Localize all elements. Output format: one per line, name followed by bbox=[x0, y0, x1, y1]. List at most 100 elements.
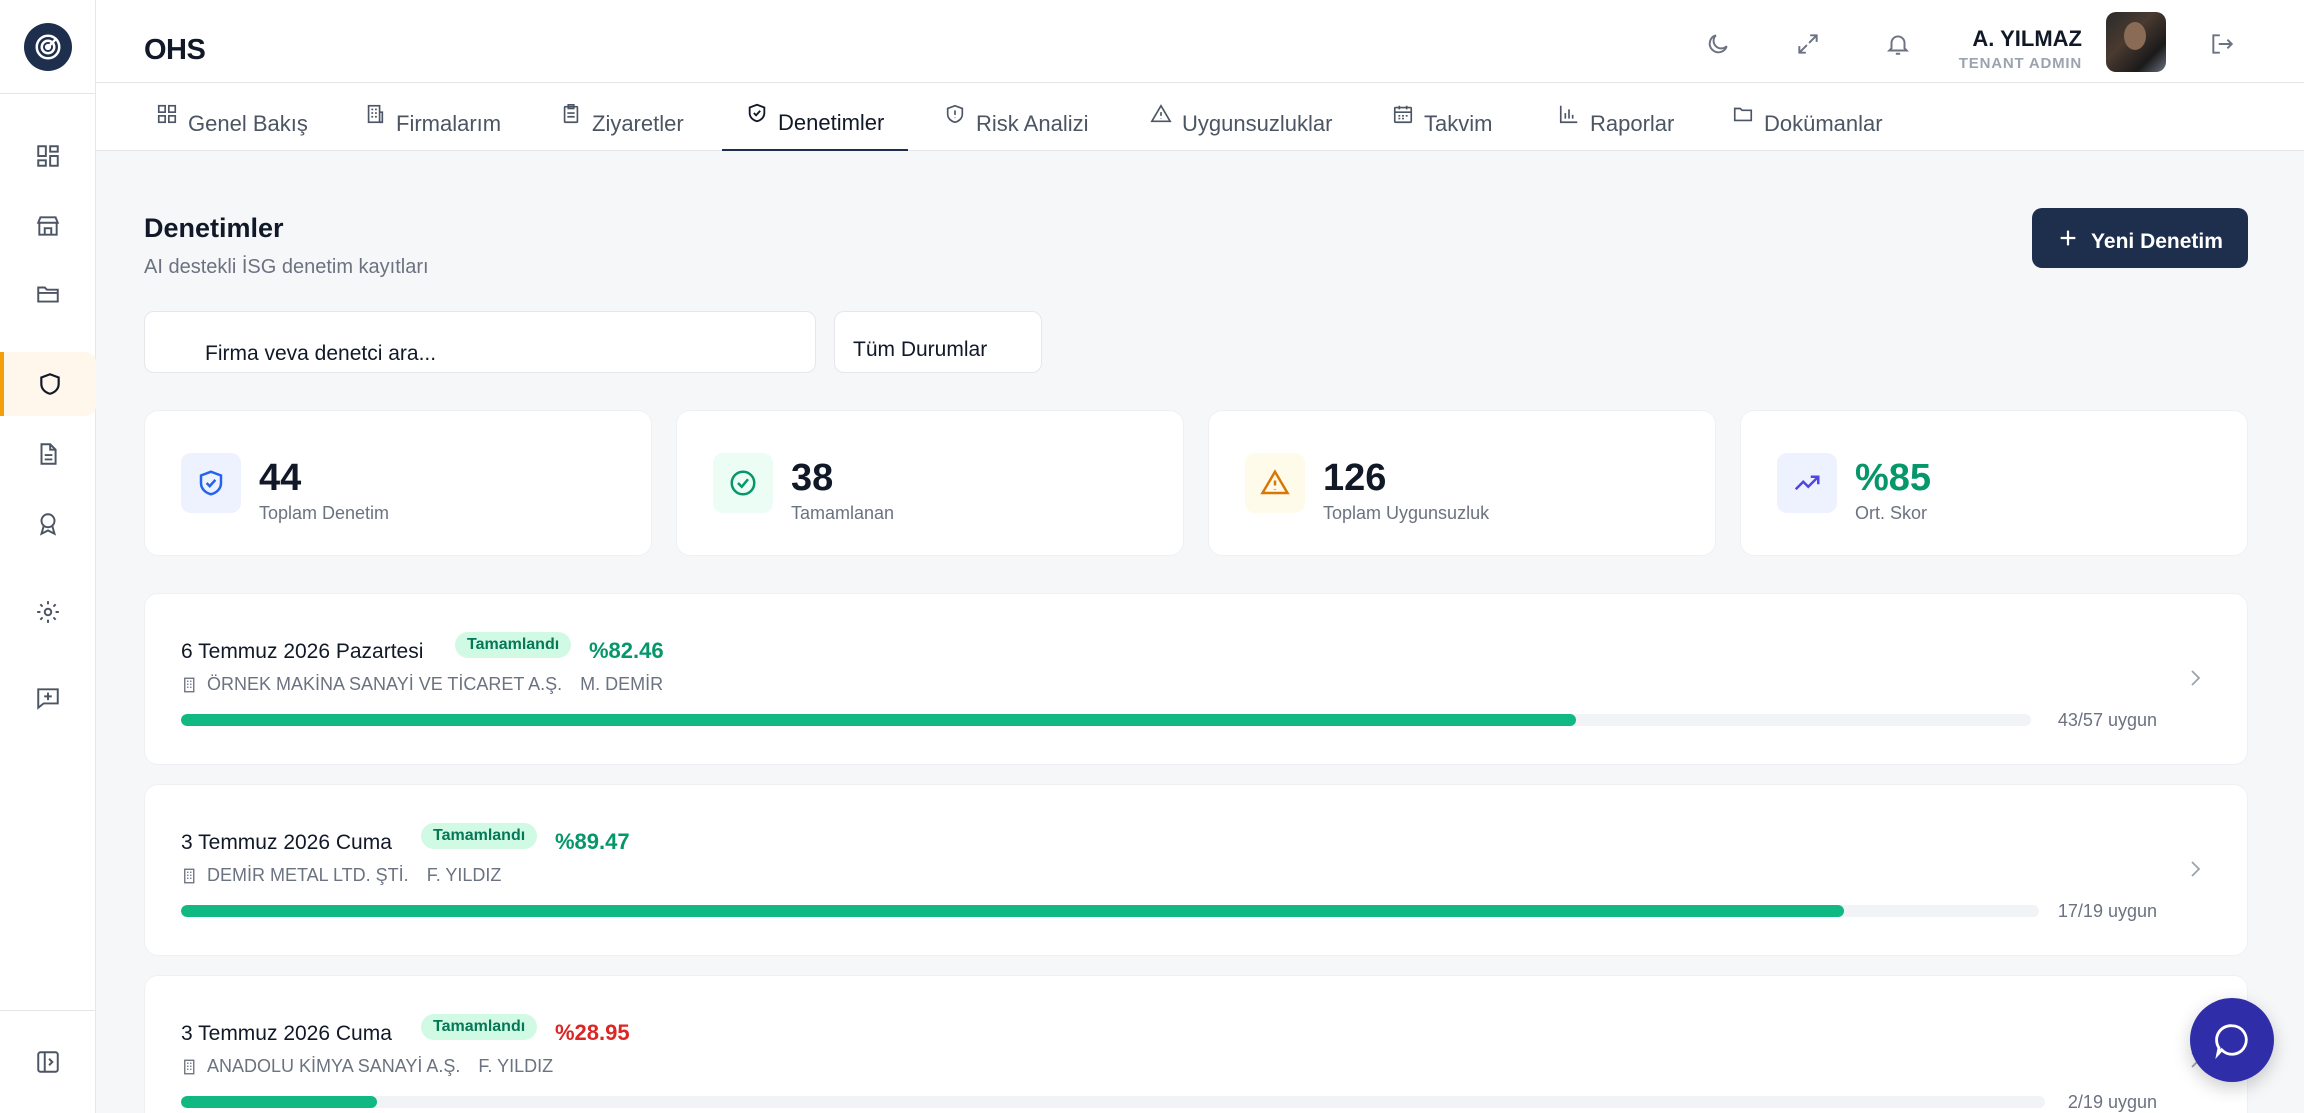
audit-card[interactable]: 6 Temmuz 2026 Pazartesi Tamamlandı %82.4… bbox=[144, 593, 2248, 765]
audit-auditor: M. DEMİR bbox=[580, 674, 664, 694]
stat-label: Toplam Uygunsuzluk bbox=[1323, 503, 1490, 523]
sidebar-item-certificates[interactable] bbox=[0, 492, 96, 556]
stat-value: 38 bbox=[791, 457, 834, 499]
status-badge: Tamamlandı bbox=[421, 823, 538, 849]
stat-icon-box bbox=[181, 453, 241, 513]
shield-icon bbox=[40, 373, 60, 395]
progress-track bbox=[181, 714, 2031, 726]
audit-meta: ÖRNEK MAKİNA SANAYİ VE TİCARET A.Ş. M. D… bbox=[181, 674, 663, 695]
tab-label: Risk Analizi bbox=[976, 111, 1089, 136]
warning-icon bbox=[1150, 104, 1172, 123]
new-audit-button[interactable]: Yeni Denetim bbox=[2032, 208, 2248, 268]
search-input[interactable] bbox=[144, 311, 816, 373]
status-badge: Tamamlandı bbox=[455, 632, 572, 658]
user-role: TENANT ADMIN bbox=[1958, 55, 2082, 72]
building-icon bbox=[184, 868, 195, 883]
building-icon bbox=[184, 677, 195, 692]
audit-meta: ANADOLU KİMYA SANAYİ A.Ş. F. YILDIZ bbox=[181, 1056, 553, 1077]
logo[interactable] bbox=[23, 22, 72, 71]
tab-visits[interactable]: Ziyaretler bbox=[536, 83, 708, 151]
tab-audits[interactable]: Denetimler bbox=[722, 83, 909, 151]
brand-title: OHS bbox=[144, 34, 206, 66]
tab-label: Dokümanlar bbox=[1764, 111, 1883, 136]
progress-fill bbox=[181, 905, 1844, 917]
audit-auditor: F. YILDIZ bbox=[426, 865, 502, 885]
notifications-button[interactable] bbox=[1878, 24, 1918, 64]
sidebar-item-reports[interactable] bbox=[0, 422, 96, 486]
clipboard-icon bbox=[563, 104, 579, 124]
tab-calendar[interactable]: Takvim bbox=[1368, 83, 1516, 151]
logout-button[interactable] bbox=[2202, 24, 2242, 64]
check-circle-icon bbox=[730, 470, 756, 496]
progress-track bbox=[181, 1096, 2045, 1108]
stat-value: 126 bbox=[1323, 457, 1387, 499]
audit-card[interactable]: 3 Temmuz 2026 Cuma Tamamlandı %28.95 ANA… bbox=[144, 975, 2248, 1113]
sidebar-item-dashboard[interactable] bbox=[0, 124, 96, 188]
audit-date: 3 Temmuz 2026 Cuma bbox=[181, 1022, 392, 1045]
sidebar-item-support[interactable] bbox=[0, 666, 96, 730]
audit-company: ANADOLU KİMYA SANAYİ A.Ş. bbox=[207, 1056, 461, 1076]
compliance-count: 2/19 uygun bbox=[2067, 1092, 2157, 1112]
sidebar-collapse-icon bbox=[37, 1051, 59, 1073]
stat-label: Toplam Denetim bbox=[259, 503, 390, 523]
top-header: OHS A. YILMAZ TENANT ADMIN bbox=[96, 0, 2304, 83]
tab-companies[interactable]: Firmalarım bbox=[340, 83, 525, 151]
dashboard-icon bbox=[37, 145, 59, 167]
stat-card-completed: 38 Tamamlanan bbox=[676, 410, 1184, 556]
shield-check-icon bbox=[199, 470, 223, 496]
tab-label: Firmalarım bbox=[396, 111, 502, 136]
stat-card-nonconformities: 126 Toplam Uygunsuzluk bbox=[1208, 410, 1716, 556]
chat-fab-button[interactable] bbox=[2190, 998, 2274, 1082]
tab-label: Uygunsuzluklar bbox=[1182, 111, 1333, 136]
tab-documents[interactable]: Dokümanlar bbox=[1708, 83, 1907, 151]
expand-icon bbox=[1798, 34, 1818, 54]
tab-label: Takvim bbox=[1424, 111, 1493, 136]
tab-nonconformities[interactable]: Uygunsuzluklar bbox=[1126, 83, 1356, 151]
sidebar-item-settings[interactable] bbox=[0, 580, 96, 644]
calendar-icon bbox=[1393, 105, 1413, 124]
compliance-count: 17/19 uygun bbox=[2057, 901, 2157, 921]
audit-meta: DEMİR METAL LTD. ŞTİ. F. YILDIZ bbox=[181, 865, 501, 886]
award-icon bbox=[39, 513, 57, 536]
tab-label: Denetimler bbox=[778, 110, 885, 135]
audit-date: 3 Temmuz 2026 Cuma bbox=[181, 831, 392, 854]
tab-risk-analysis[interactable]: Risk Analizi bbox=[920, 83, 1112, 151]
logout-icon bbox=[2212, 34, 2234, 54]
sidebar-item-companies[interactable] bbox=[0, 194, 96, 258]
stat-value: 44 bbox=[259, 457, 302, 499]
shield-check-icon bbox=[748, 103, 766, 123]
progress-fill bbox=[181, 1096, 377, 1108]
sidebar-collapse-button[interactable] bbox=[0, 1010, 96, 1113]
tab-reports[interactable]: Raporlar bbox=[1534, 83, 1698, 151]
stat-card-total: 44 Toplam Denetim bbox=[144, 410, 652, 556]
stat-label: Ort. Skor bbox=[1855, 503, 1928, 523]
plus-icon bbox=[2060, 230, 2076, 246]
page-subtitle: AI destekli İSG denetim kayıtları bbox=[144, 256, 429, 278]
tab-overview[interactable]: Genel Bakış bbox=[132, 83, 332, 151]
audit-company: ÖRNEK MAKİNA SANAYİ VE TİCARET A.Ş. bbox=[207, 674, 563, 694]
chat-plus-icon bbox=[37, 688, 59, 710]
tab-label: Raporlar bbox=[1590, 111, 1675, 136]
stat-icon-box bbox=[1777, 453, 1837, 513]
sidebar-item-audits[interactable] bbox=[0, 352, 96, 416]
tab-label: Genel Bakış bbox=[188, 111, 308, 136]
chat-bubble-icon bbox=[2215, 1024, 2248, 1059]
progress-track bbox=[181, 905, 2039, 917]
sidebar-item-documents[interactable] bbox=[0, 262, 96, 326]
moon-icon bbox=[1708, 34, 1728, 54]
fullscreen-button[interactable] bbox=[1788, 24, 1828, 64]
avatar[interactable] bbox=[2106, 12, 2166, 72]
theme-toggle-button[interactable] bbox=[1698, 24, 1738, 64]
user-name[interactable]: A. YILMAZ bbox=[1972, 26, 2082, 52]
stat-icon-box bbox=[713, 453, 773, 513]
folder-icon bbox=[37, 286, 59, 303]
compliance-count: 43/57 uygun bbox=[2057, 710, 2157, 730]
status-filter-select[interactable]: Tüm Durumlar bbox=[834, 311, 1042, 373]
grid-icon bbox=[157, 104, 177, 124]
audit-card[interactable]: 3 Temmuz 2026 Cuma Tamamlandı %89.47 DEM… bbox=[144, 784, 2248, 956]
stat-card-avg-score: %85 Ort. Skor bbox=[1740, 410, 2248, 556]
store-icon bbox=[36, 216, 60, 236]
progress-fill bbox=[181, 714, 1576, 726]
tab-bar: Genel Bakış Firmalarım Ziyaretler Deneti… bbox=[96, 83, 2304, 151]
chevron-right-icon bbox=[2191, 861, 2201, 877]
